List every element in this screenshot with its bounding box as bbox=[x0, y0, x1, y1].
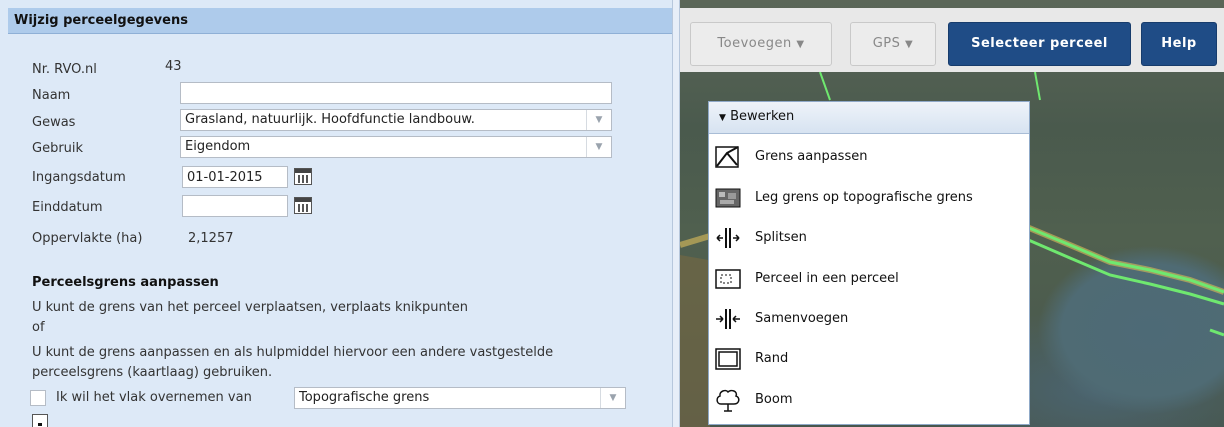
panel-splitter[interactable] bbox=[672, 0, 680, 427]
gps-label: GPS bbox=[872, 36, 901, 51]
oppervlakte-value: 2,1257 bbox=[188, 231, 234, 246]
parcel-form-panel: Wijzig perceelgegevens Nr. RVO.nl 43 Naa… bbox=[0, 0, 672, 427]
menu-item-label: Perceel in een perceel bbox=[755, 271, 899, 286]
overnemen-checkbox[interactable] bbox=[30, 390, 46, 406]
oppervlakte-label: Oppervlakte (ha) bbox=[32, 231, 143, 246]
overnemen-select[interactable]: Topografische grens ▼ bbox=[294, 387, 626, 409]
gewas-value: Grasland, natuurlijk. Hoofdfunctie landb… bbox=[185, 112, 475, 127]
edit-boundary-icon bbox=[715, 146, 739, 168]
nr-rvo-label: Nr. RVO.nl bbox=[32, 62, 97, 77]
menu-item-label: Splitsen bbox=[755, 230, 807, 245]
gebruik-value: Eigendom bbox=[185, 139, 251, 154]
map-toolbar: Toevoegen ▼ GPS ▼ Selecteer perceel Help bbox=[680, 8, 1224, 72]
menu-item-boom[interactable]: Boom bbox=[715, 383, 1025, 419]
toevoegen-dropdown-button[interactable]: Toevoegen ▼ bbox=[690, 22, 832, 66]
gebruik-select[interactable]: Eigendom ▼ bbox=[180, 136, 612, 158]
topographic-map-icon bbox=[715, 188, 741, 208]
instruction-text-2a: U kunt de grens aanpassen en als hulpmid… bbox=[32, 345, 554, 360]
border-icon bbox=[715, 348, 741, 370]
einddatum-input[interactable] bbox=[182, 195, 288, 217]
instruction-text-or: of bbox=[32, 320, 45, 335]
checkbox-label: Ik wil het vlak overnemen van bbox=[56, 390, 252, 405]
gewas-select[interactable]: Grasland, natuurlijk. Hoofdfunctie landb… bbox=[180, 109, 612, 131]
merge-icon bbox=[716, 309, 740, 329]
help-button[interactable]: Help bbox=[1141, 22, 1217, 66]
gebruik-label: Gebruik bbox=[32, 141, 84, 156]
panel-title: Wijzig perceelgegevens bbox=[8, 8, 672, 34]
menu-item-perceel-in-perceel[interactable]: Perceel in een perceel bbox=[715, 262, 1025, 298]
gewas-label: Gewas bbox=[32, 115, 76, 130]
menu-item-rand[interactable]: Rand bbox=[715, 342, 1025, 378]
calendar-icon[interactable] bbox=[294, 197, 312, 214]
small-toggle-button[interactable] bbox=[32, 414, 48, 427]
split-icon bbox=[716, 228, 740, 248]
naam-input[interactable] bbox=[180, 82, 612, 104]
bewerken-label: Bewerken bbox=[730, 109, 795, 124]
parcel-in-parcel-icon bbox=[715, 269, 741, 289]
triangle-down-icon: ▼ bbox=[719, 113, 726, 123]
ingangsdatum-label: Ingangsdatum bbox=[32, 170, 126, 185]
tree-icon bbox=[716, 389, 740, 412]
menu-item-label: Samenvoegen bbox=[755, 311, 849, 326]
chevron-down-icon: ▼ bbox=[905, 39, 914, 50]
instruction-text-2b: perceelsgrens (kaartlaag) gebruiken. bbox=[32, 365, 273, 380]
bewerken-menu-header[interactable]: ▼ Bewerken bbox=[709, 102, 1029, 134]
chevron-down-icon: ▼ bbox=[600, 388, 625, 408]
menu-item-topografische-grens[interactable]: Leg grens op topografische grens bbox=[715, 181, 1025, 217]
menu-item-label: Grens aanpassen bbox=[755, 149, 868, 164]
menu-item-grens-aanpassen[interactable]: Grens aanpassen bbox=[715, 140, 1025, 176]
chevron-down-icon: ▼ bbox=[586, 110, 611, 130]
naam-label: Naam bbox=[32, 88, 71, 103]
gps-dropdown-button[interactable]: GPS ▼ bbox=[850, 22, 936, 66]
menu-item-samenvoegen[interactable]: Samenvoegen bbox=[715, 302, 1025, 338]
nr-rvo-value: 43 bbox=[165, 59, 182, 74]
toevoegen-label: Toevoegen bbox=[717, 36, 792, 51]
chevron-down-icon: ▼ bbox=[586, 137, 611, 157]
menu-item-splitsen[interactable]: Splitsen bbox=[715, 221, 1025, 257]
menu-item-label: Leg grens op topografische grens bbox=[755, 190, 973, 205]
chevron-down-icon: ▼ bbox=[796, 39, 805, 50]
instruction-text-1: U kunt de grens van het perceel verplaat… bbox=[32, 300, 469, 315]
ingangsdatum-input[interactable] bbox=[182, 166, 288, 188]
bewerken-menu: ▼ Bewerken Grens aanpassen Leg grens op … bbox=[708, 101, 1030, 425]
einddatum-label: Einddatum bbox=[32, 200, 103, 215]
calendar-icon[interactable] bbox=[294, 168, 312, 185]
section-title: Perceelsgrens aanpassen bbox=[32, 275, 219, 290]
selecteer-perceel-button[interactable]: Selecteer perceel bbox=[948, 22, 1131, 66]
menu-item-label: Rand bbox=[755, 351, 789, 366]
overnemen-value: Topografische grens bbox=[299, 390, 430, 405]
menu-item-label: Boom bbox=[755, 392, 793, 407]
